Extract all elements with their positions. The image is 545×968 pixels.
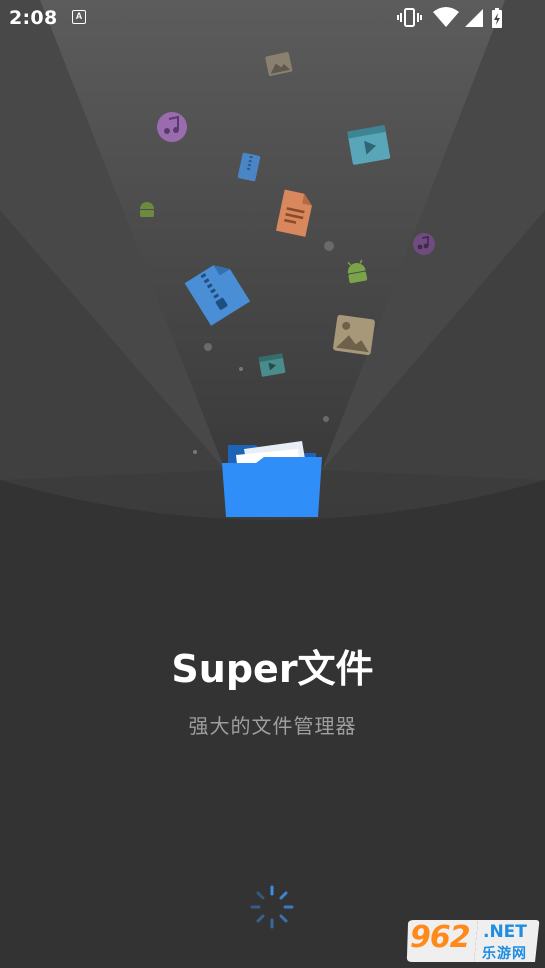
status-time: 2:08 xyxy=(9,7,58,29)
notification-a-icon: A xyxy=(72,10,86,24)
zip-icon xyxy=(184,265,251,326)
android-icon xyxy=(140,202,154,217)
status-bar: 2:08 A xyxy=(0,0,545,36)
android-icon xyxy=(347,259,368,284)
document-icon xyxy=(275,189,312,237)
video-icon xyxy=(347,124,391,165)
app-subtitle: 强大的文件管理器 xyxy=(188,714,357,738)
status-icons xyxy=(397,7,502,28)
image-icon xyxy=(333,314,375,356)
watermark-site-name: 乐游网 xyxy=(482,946,527,962)
loading-spinner xyxy=(250,885,294,929)
battery-charging-icon xyxy=(492,8,502,28)
watermark-suffix: .NET xyxy=(483,922,527,942)
signal-icon xyxy=(465,9,483,27)
folder-icon xyxy=(222,441,322,517)
vibrate-icon xyxy=(397,8,422,27)
app-title: Super文件 xyxy=(171,647,374,691)
image-icon xyxy=(265,52,293,76)
watermark-number: 962 xyxy=(410,920,471,955)
music-icon xyxy=(413,233,435,255)
wifi-icon xyxy=(433,7,459,27)
zip-icon xyxy=(237,152,261,182)
music-icon xyxy=(157,112,187,142)
splash-screen: 2:08 A Super文件 强大的文件管理器 962 .NET 乐游网 xyxy=(0,0,545,968)
watermark-logo: 962 .NET 乐游网 xyxy=(404,918,540,964)
video-icon xyxy=(258,353,286,377)
